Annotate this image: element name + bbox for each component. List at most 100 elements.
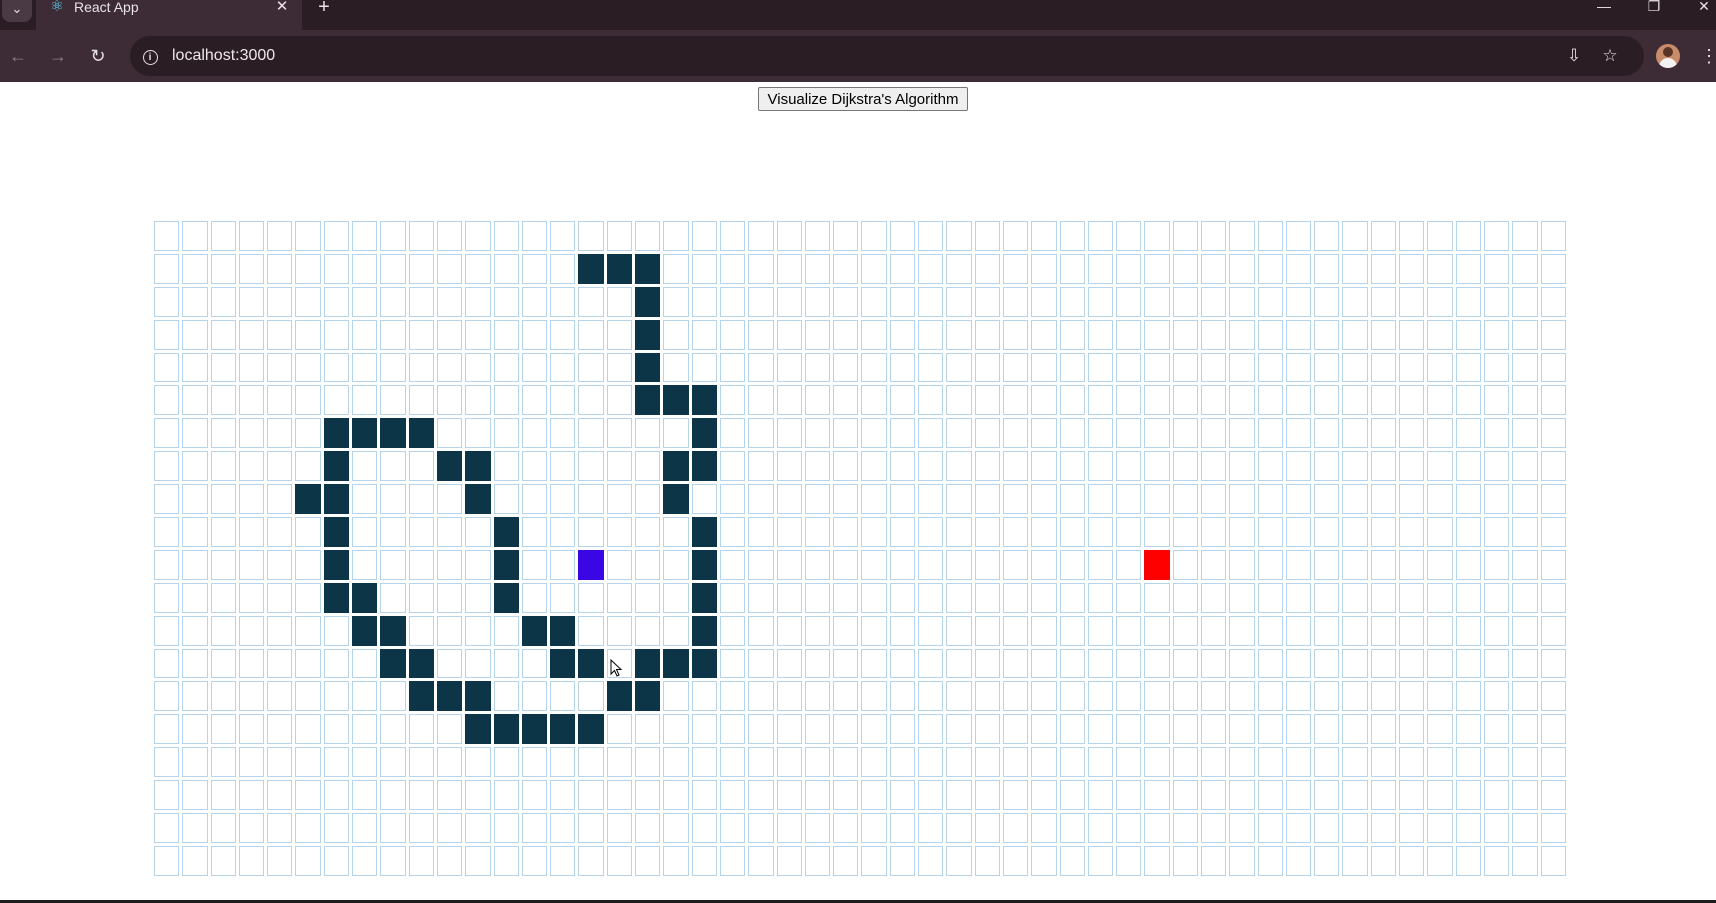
grid-node[interactable]: [1172, 451, 1198, 482]
grid-node[interactable]: [238, 813, 265, 843]
grid-node[interactable]: [1002, 648, 1029, 679]
grid-node[interactable]: [635, 221, 661, 251]
grid-node[interactable]: [1229, 385, 1255, 416]
grid-node[interactable]: [1455, 484, 1481, 515]
grid-node[interactable]: [1144, 451, 1170, 482]
grid-node[interactable]: [889, 385, 916, 416]
grid-node[interactable]: [1087, 385, 1114, 416]
grid-node[interactable]: [1200, 813, 1227, 843]
grid-node[interactable]: [1427, 780, 1453, 811]
grid-node[interactable]: [1059, 714, 1085, 745]
grid-node[interactable]: [521, 221, 548, 251]
grid-node[interactable]: [1087, 582, 1114, 613]
grid-node[interactable]: [1314, 747, 1340, 778]
grid-node[interactable]: [776, 549, 802, 580]
forward-button[interactable]: →: [44, 42, 72, 70]
grid-node[interactable]: [465, 253, 491, 284]
grid-node[interactable]: [691, 319, 717, 350]
grid-node[interactable]: [550, 549, 576, 580]
grid-node[interactable]: [918, 221, 944, 251]
grid-node[interactable]: [182, 221, 208, 251]
grid-node[interactable]: [578, 681, 604, 712]
grid-node[interactable]: [946, 747, 972, 778]
grid-node[interactable]: [635, 418, 661, 449]
grid-node[interactable]: [1144, 582, 1170, 613]
grid-node[interactable]: [804, 747, 831, 778]
grid-node[interactable]: [436, 517, 463, 547]
grid-node[interactable]: [861, 582, 887, 613]
grid-node[interactable]: [1314, 681, 1340, 712]
grid-node[interactable]: [1399, 221, 1425, 251]
wall-node[interactable]: [691, 648, 717, 679]
grid-node[interactable]: [918, 385, 944, 416]
grid-node[interactable]: [918, 747, 944, 778]
grid-node[interactable]: [1314, 845, 1340, 876]
grid-node[interactable]: [719, 549, 746, 580]
grid-node[interactable]: [465, 517, 491, 547]
grid-node[interactable]: [550, 451, 576, 482]
grid-node[interactable]: [1200, 385, 1227, 416]
grid-node[interactable]: [182, 253, 208, 284]
grid-node[interactable]: [974, 615, 1000, 646]
grid-node[interactable]: [1342, 582, 1368, 613]
grid-node[interactable]: [323, 845, 350, 876]
grid-node[interactable]: [635, 813, 661, 843]
grid-node[interactable]: [493, 319, 519, 350]
grid-node[interactable]: [1172, 747, 1198, 778]
grid-node[interactable]: [210, 385, 236, 416]
wall-node[interactable]: [465, 484, 491, 515]
grid-node[interactable]: [352, 352, 378, 383]
grid-node[interactable]: [861, 681, 887, 712]
grid-node[interactable]: [1229, 648, 1255, 679]
grid-node[interactable]: [1399, 747, 1425, 778]
grid-node[interactable]: [1370, 714, 1397, 745]
grid-node[interactable]: [1342, 484, 1368, 515]
grid-node[interactable]: [719, 385, 746, 416]
grid-node[interactable]: [1285, 352, 1312, 383]
grid-node[interactable]: [833, 286, 859, 317]
grid-node[interactable]: [833, 319, 859, 350]
grid-node[interactable]: [1200, 484, 1227, 515]
grid-node[interactable]: [436, 221, 463, 251]
grid-node[interactable]: [578, 747, 604, 778]
grid-node[interactable]: [1172, 845, 1198, 876]
grid-node[interactable]: [1200, 451, 1227, 482]
grid-node[interactable]: [606, 451, 633, 482]
grid-node[interactable]: [182, 286, 208, 317]
grid-node[interactable]: [154, 385, 180, 416]
grid-node[interactable]: [1144, 714, 1170, 745]
grid-node[interactable]: [182, 813, 208, 843]
wall-node[interactable]: [323, 451, 350, 482]
grid-node[interactable]: [1483, 681, 1510, 712]
wall-node[interactable]: [691, 517, 717, 547]
address-bar[interactable]: i localhost:3000 ⇩ ☆: [130, 36, 1644, 76]
grid-node[interactable]: [295, 780, 321, 811]
grid-node[interactable]: [1257, 517, 1283, 547]
grid-node[interactable]: [946, 549, 972, 580]
wall-node[interactable]: [408, 681, 434, 712]
grid-node[interactable]: [1342, 385, 1368, 416]
grid-node[interactable]: [1342, 648, 1368, 679]
grid-node[interactable]: [1031, 451, 1057, 482]
grid-node[interactable]: [1002, 418, 1029, 449]
grid-node[interactable]: [267, 813, 293, 843]
grid-node[interactable]: [1512, 286, 1538, 317]
grid-node[interactable]: [1144, 845, 1170, 876]
grid-node[interactable]: [1200, 286, 1227, 317]
grid-node[interactable]: [804, 681, 831, 712]
grid-node[interactable]: [1144, 517, 1170, 547]
grid-node[interactable]: [748, 418, 774, 449]
visualize-dijkstra-button[interactable]: Visualize Dijkstra's Algorithm: [758, 87, 968, 111]
grid-node[interactable]: [663, 714, 689, 745]
grid-node[interactable]: [1483, 385, 1510, 416]
grid-node[interactable]: [918, 681, 944, 712]
grid-node[interactable]: [323, 286, 350, 317]
grid-node[interactable]: [550, 813, 576, 843]
grid-node[interactable]: [182, 582, 208, 613]
grid-node[interactable]: [889, 648, 916, 679]
grid-node[interactable]: [578, 385, 604, 416]
grid-node[interactable]: [352, 319, 378, 350]
grid-node[interactable]: [889, 352, 916, 383]
grid-node[interactable]: [550, 319, 576, 350]
grid-node[interactable]: [1229, 451, 1255, 482]
